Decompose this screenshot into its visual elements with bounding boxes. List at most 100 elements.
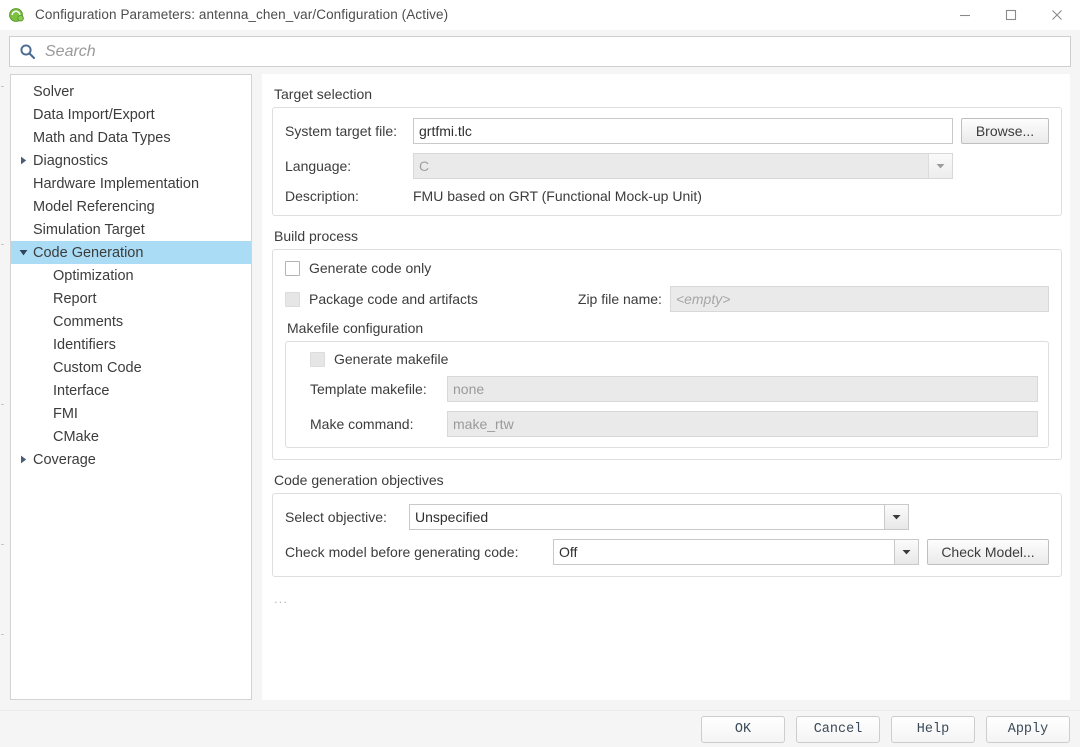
sidebar-item-identifiers[interactable]: Identifiers	[11, 333, 251, 356]
description-row: Description: FMU based on GRT (Functiona…	[285, 188, 1049, 204]
sidebar-item-label: Comments	[53, 313, 124, 330]
search-placeholder: Search	[45, 42, 96, 60]
sidebar-item-label: Simulation Target	[33, 221, 145, 238]
sidebar-item-label: Hardware Implementation	[33, 175, 200, 192]
title-bar: Configuration Parameters: antenna_chen_v…	[0, 0, 1080, 30]
generate-makefile-row: Generate makefile	[310, 351, 1038, 367]
zip-file-name-placeholder: <empty>	[675, 291, 731, 307]
select-objective-label: Select objective:	[285, 509, 387, 525]
close-icon[interactable]	[1034, 0, 1080, 30]
make-command-input: make_rtw	[447, 411, 1038, 437]
select-objective-row: Select objective: Unspecified	[285, 504, 1049, 530]
overflow-indicator: ...	[274, 591, 288, 606]
sidebar-item-model-referencing[interactable]: Model Referencing	[11, 195, 251, 218]
main-body: Solver Data Import/Export Math and Data Ty…	[0, 74, 1080, 710]
sidebar-item-data-import-export[interactable]: Data Import/Export	[11, 103, 251, 126]
generate-code-only-checkbox[interactable]	[285, 260, 300, 276]
language-row: Language: C	[285, 153, 1049, 179]
sidebar-item-label: Diagnostics	[33, 152, 108, 169]
maximize-icon[interactable]	[988, 0, 1034, 30]
sidebar-item-solver[interactable]: Solver	[11, 80, 251, 103]
build-process-title: Build process	[274, 228, 359, 244]
sidebar-item-report[interactable]: Report	[11, 287, 251, 310]
generate-makefile-checkbox	[310, 351, 325, 367]
sidebar-item-label: Report	[53, 290, 97, 307]
make-command-label: Make command:	[310, 416, 414, 432]
sidebar-item-label: Interface	[53, 382, 110, 399]
language-select: C	[413, 153, 953, 179]
description-value: FMU based on GRT (Functional Mock-up Uni…	[413, 188, 702, 204]
sidebar-item-fmi[interactable]: FMI	[11, 402, 251, 425]
cancel-button[interactable]: Cancel	[796, 715, 880, 743]
select-objective-dropdown[interactable]: Unspecified	[409, 504, 909, 530]
generate-code-only-row: Generate code only	[285, 260, 1049, 276]
sidebar-item-label: CMake	[53, 428, 99, 445]
target-selection-group: System target file: grtfmi.tlc Browse...…	[272, 107, 1062, 216]
package-code-label: Package code and artifacts	[309, 291, 478, 307]
sidebar-item-label: Solver	[33, 83, 75, 100]
check-model-value: Off	[559, 544, 578, 560]
make-command-row: Make command: make_rtw	[296, 411, 1038, 437]
sidebar-item-code-generation[interactable]: Code Generation	[11, 241, 251, 264]
check-model-label: Check model before generating code:	[285, 544, 519, 560]
panel-splitter[interactable]	[0, 74, 10, 710]
language-label: Language:	[285, 158, 352, 174]
sidebar-item-diagnostics[interactable]: Diagnostics	[11, 149, 251, 172]
check-model-row: Check model before generating code: Off …	[285, 539, 1049, 565]
makefile-configuration-title: Makefile configuration	[287, 320, 424, 336]
sidebar-item-label: Identifiers	[53, 336, 116, 353]
chevron-right-icon[interactable]	[15, 455, 31, 464]
template-makefile-input: none	[447, 376, 1038, 402]
zip-file-name-label: Zip file name:	[577, 291, 662, 307]
sidebar-item-label: Model Referencing	[33, 198, 155, 215]
sidebar-item-optimization[interactable]: Optimization	[11, 264, 251, 287]
sidebar-item-math-and-data-types[interactable]: Math and Data Types	[11, 126, 251, 149]
build-process-group: Generate code only Package code and arti…	[272, 249, 1062, 460]
template-makefile-label: Template makefile:	[310, 381, 427, 397]
template-makefile-row: Template makefile: none	[296, 376, 1038, 402]
chevron-down-icon	[894, 540, 918, 564]
sidebar-item-simulation-target[interactable]: Simulation Target	[11, 218, 251, 241]
sidebar-item-custom-code[interactable]: Custom Code	[11, 356, 251, 379]
select-objective-value: Unspecified	[415, 509, 489, 525]
sidebar-item-label: Math and Data Types	[33, 129, 171, 146]
search-input[interactable]: Search	[9, 36, 1071, 67]
minimize-icon[interactable]	[942, 0, 988, 30]
package-code-checkbox	[285, 291, 300, 307]
description-label: Description:	[285, 188, 359, 204]
makefile-configuration-group: Generate makefile Template makefile: non…	[285, 341, 1049, 448]
sidebar-item-interface[interactable]: Interface	[11, 379, 251, 402]
settings-pane: Target selection System target file: grt…	[262, 74, 1070, 700]
check-model-button[interactable]: Check Model...	[927, 539, 1049, 565]
config-parameters-window: Configuration Parameters: antenna_chen_v…	[0, 0, 1080, 747]
language-value: C	[419, 158, 430, 174]
sidebar-item-comments[interactable]: Comments	[11, 310, 251, 333]
apply-button[interactable]: Apply	[986, 715, 1070, 743]
chevron-down-icon[interactable]	[15, 248, 31, 257]
dialog-button-bar: OK Cancel Help Apply	[0, 710, 1080, 747]
generate-code-only-label: Generate code only	[309, 260, 432, 276]
system-target-file-input[interactable]: grtfmi.tlc	[413, 118, 953, 144]
chevron-down-icon	[928, 154, 952, 178]
code-generation-objectives-group: Select objective: Unspecified Check mode…	[272, 493, 1062, 577]
sidebar-item-coverage[interactable]: Coverage	[11, 448, 251, 471]
search-bar: Search	[0, 30, 1080, 74]
sidebar-item-label: Custom Code	[53, 359, 142, 376]
browse-button[interactable]: Browse...	[961, 118, 1049, 144]
zip-file-name-input: <empty>	[669, 286, 1049, 312]
system-target-file-label: System target file:	[285, 123, 398, 139]
chevron-down-icon	[884, 505, 908, 529]
search-icon	[19, 43, 37, 61]
window-title: Configuration Parameters: antenna_chen_v…	[35, 7, 449, 22]
settings-tree[interactable]: Solver Data Import/Export Math and Data Ty…	[10, 74, 252, 700]
sidebar-item-hardware-implementation[interactable]: Hardware Implementation	[11, 172, 251, 195]
sidebar-item-label: FMI	[53, 405, 78, 422]
check-model-dropdown[interactable]: Off	[553, 539, 919, 565]
help-button[interactable]: Help	[891, 715, 975, 743]
ok-button[interactable]: OK	[701, 715, 785, 743]
package-code-row: Package code and artifacts Zip file name…	[285, 286, 1049, 312]
chevron-right-icon[interactable]	[15, 156, 31, 165]
sidebar-item-cmake[interactable]: CMake	[11, 425, 251, 448]
sidebar-item-label: Data Import/Export	[33, 106, 155, 123]
generate-makefile-label: Generate makefile	[334, 351, 449, 367]
